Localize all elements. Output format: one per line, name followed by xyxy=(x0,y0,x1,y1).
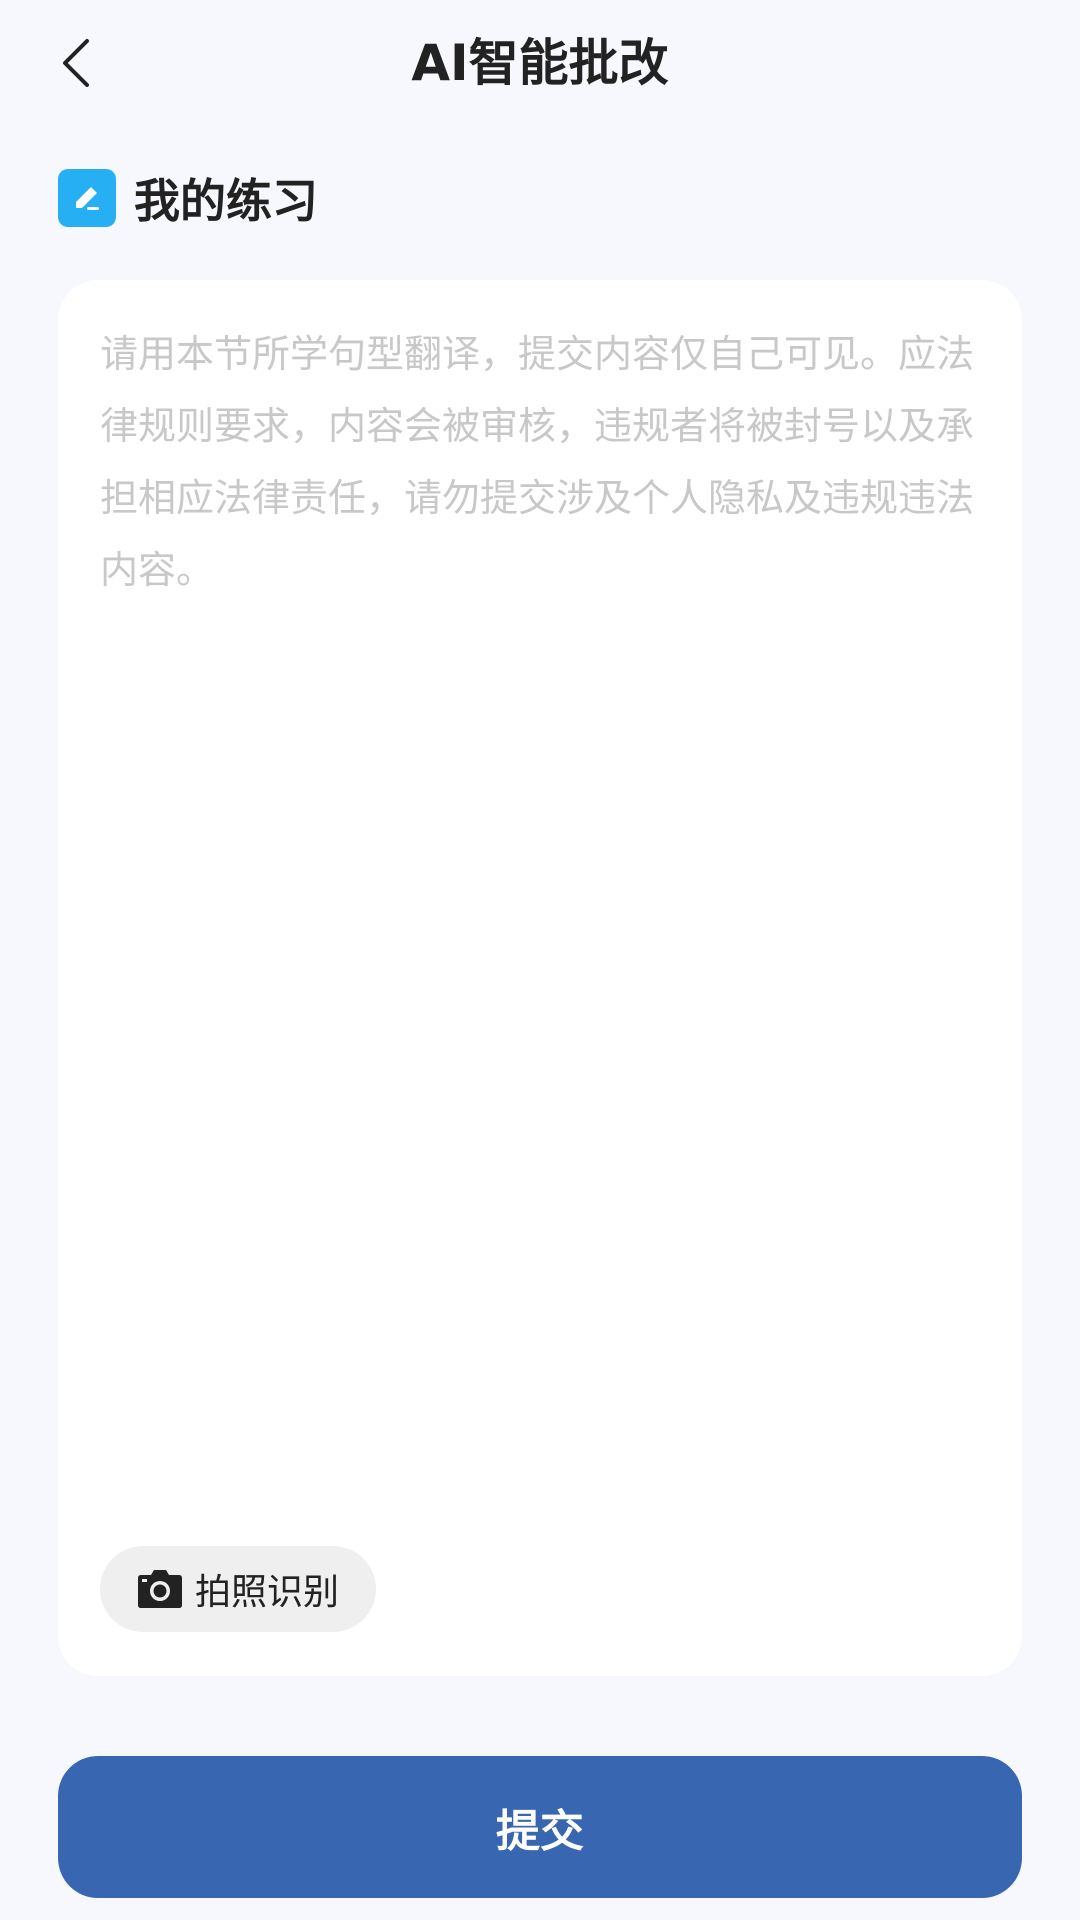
page-title: AI智能批改 xyxy=(411,34,669,92)
page: AI智能批改 我的练习 拍照识别 提交 xyxy=(0,0,1080,1920)
pencil-edit-icon xyxy=(58,169,116,227)
section-header: 我的练习 xyxy=(58,168,318,228)
practice-input[interactable] xyxy=(100,318,1000,1498)
section-title: 我的练习 xyxy=(134,174,318,228)
photo-recognize-label: 拍照识别 xyxy=(194,1572,339,1613)
editor-card: 拍照识别 xyxy=(58,280,1022,1676)
camera-icon xyxy=(137,1570,182,1608)
photo-recognize-button[interactable]: 拍照识别 xyxy=(100,1546,376,1632)
nav-bar: AI智能批改 xyxy=(0,0,1080,130)
submit-button[interactable]: 提交 xyxy=(58,1756,1022,1898)
